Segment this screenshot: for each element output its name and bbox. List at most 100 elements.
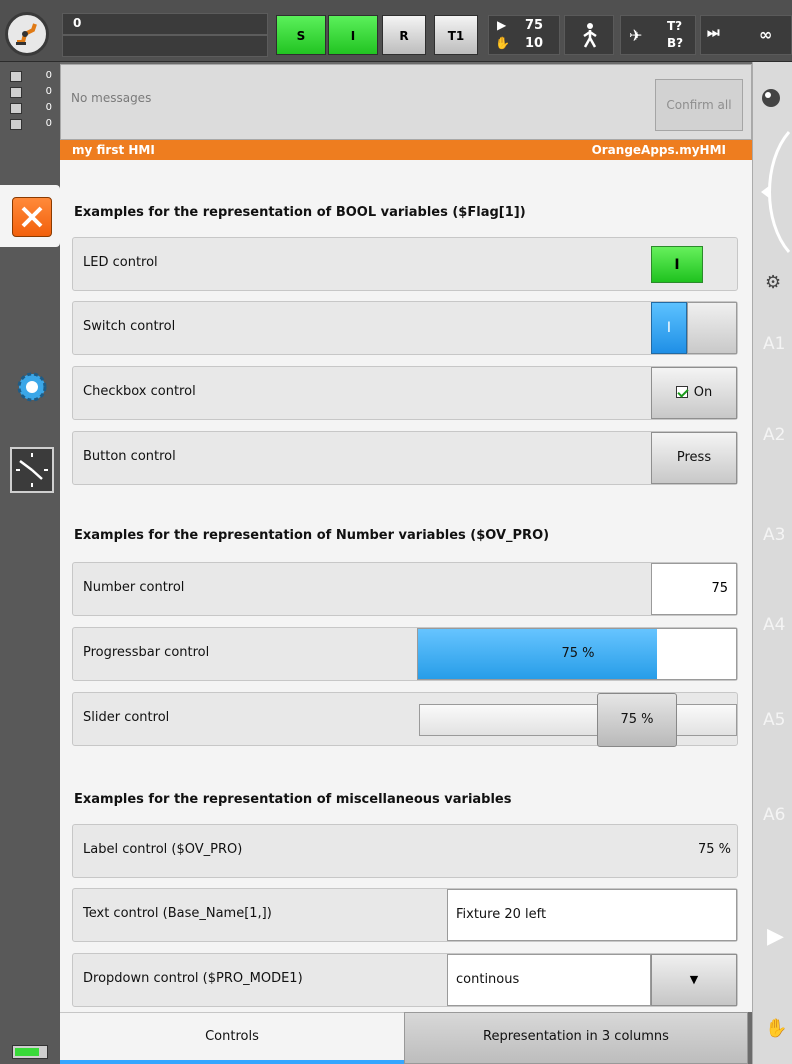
operating-mode-button[interactable]: T1: [434, 15, 478, 55]
misc-section-title: Examples for the representation of misce…: [74, 792, 512, 807]
axis-a6[interactable]: A6: [763, 805, 785, 825]
button-control-label: Button control: [83, 449, 176, 464]
walking-person-icon: [583, 23, 597, 48]
jog-arc-icon[interactable]: [753, 122, 792, 262]
status-bar: 0 S I R T1 ▶ ✋ 75 10 ✈ T? B? ⏭ ∞: [0, 0, 792, 62]
info-message-counter[interactable]: 0: [8, 102, 56, 115]
switch-control-label: Switch control: [83, 319, 176, 334]
text-control-row: Text control (Base_Name[1,]) Fixture 20 …: [72, 888, 738, 942]
switch-toggle[interactable]: I: [651, 302, 737, 354]
tab-controls[interactable]: Controls: [60, 1012, 404, 1064]
wait-message-icon: [10, 119, 22, 130]
close-button[interactable]: [12, 197, 52, 237]
drives-on-button[interactable]: I: [328, 15, 378, 55]
label-control-label: Label control ($OV_PRO): [83, 842, 243, 857]
axes-jog-icon[interactable]: ⚙: [765, 272, 781, 293]
tool-value: T?: [667, 19, 683, 33]
axis-a2[interactable]: A2: [763, 425, 785, 445]
dropdown-value[interactable]: continous: [447, 954, 651, 1006]
press-button[interactable]: Press: [651, 432, 737, 484]
battery-level: [15, 1048, 39, 1056]
tool-base-display[interactable]: ✈ T? B?: [620, 15, 696, 55]
hand-jog-icon[interactable]: ✋: [765, 1018, 787, 1039]
number-control-row: Number control 75: [72, 562, 738, 616]
progress-bar: 75 %: [417, 628, 737, 680]
state-message-icon: [10, 87, 22, 98]
number-control-label: Number control: [83, 580, 185, 595]
step-icon: ⏭: [707, 25, 720, 41]
text-control-label: Text control (Base_Name[1,]): [83, 906, 272, 921]
robot-logo-button[interactable]: [5, 12, 49, 56]
info-message-icon: [10, 103, 22, 114]
hmi-app-name: OrangeApps.myHMI: [591, 143, 726, 157]
settings-button[interactable]: [15, 370, 49, 404]
led-control-row: LED control I: [72, 237, 738, 291]
slider-control-label: Slider control: [83, 710, 170, 725]
axis-a3[interactable]: A3: [763, 525, 785, 545]
globe-icon[interactable]: [753, 80, 792, 120]
start-icon[interactable]: ▶: [767, 924, 784, 949]
checkbox-control-row: Checkbox control On: [72, 366, 738, 420]
base-value: B?: [667, 36, 684, 50]
hmi-title: my first HMI: [72, 143, 155, 157]
progressbar-control-row: Progressbar control 75 %: [72, 627, 738, 681]
switch-off-part: [687, 302, 737, 354]
number-section-title: Examples for the representation of Numbe…: [74, 528, 550, 543]
incremental-jog-display[interactable]: ⏭ ∞: [700, 15, 792, 55]
message-text: No messages: [71, 91, 152, 105]
wait-message-counter[interactable]: 0: [8, 118, 56, 131]
switch-on-part: I: [651, 302, 687, 354]
gear-icon: [17, 372, 47, 402]
override-display[interactable]: ▶ ✋ 75 10: [488, 15, 560, 55]
slider-track[interactable]: 75 %: [419, 693, 737, 747]
play-icon: ▶: [497, 18, 507, 32]
close-icon: [21, 206, 43, 228]
program-line-2: [62, 35, 268, 57]
label-control-row: Label control ($OV_PRO) 75 %: [72, 824, 738, 878]
tab-representation-3-columns[interactable]: Representation in 3 columns: [404, 1012, 748, 1064]
checkbox-button[interactable]: On: [651, 367, 737, 419]
label-control-value: 75 %: [697, 842, 731, 857]
checkbox-text: On: [693, 385, 713, 400]
robot-icon: [16, 23, 37, 45]
axis-a5[interactable]: A5: [763, 710, 785, 730]
progress-text: 75 %: [561, 646, 595, 661]
run-mode-button[interactable]: [564, 15, 614, 55]
dropdown-control-label: Dropdown control ($PRO_MODE1): [83, 971, 303, 986]
program-line: 0: [62, 13, 268, 35]
right-sidebar: ⚙ A1 A2 A3 A4 A5 A6 ▶ ✋: [752, 62, 792, 1064]
dropdown-button[interactable]: ▼: [651, 954, 737, 1006]
axis-a1[interactable]: A1: [763, 334, 785, 354]
number-input[interactable]: 75: [651, 563, 737, 615]
progressbar-control-label: Progressbar control: [83, 645, 210, 660]
smartpad-screen: 0 S I R T1 ▶ ✋ 75 10 ✈ T? B? ⏭ ∞ 0 0 0 0…: [0, 0, 792, 1064]
axis-a4[interactable]: A4: [763, 615, 785, 635]
led-indicator: I: [651, 246, 703, 283]
program-state-display[interactable]: 0: [62, 13, 268, 57]
ack-message-counter[interactable]: 0: [8, 70, 56, 83]
message-window: No messages Confirm all: [60, 64, 752, 140]
button-control-row: Button control Press: [72, 431, 738, 485]
program-override-value: 75: [525, 18, 544, 33]
slider-thumb[interactable]: 75 %: [597, 693, 677, 747]
clock-icon: [16, 453, 48, 487]
jog-override-value: 10: [525, 36, 544, 51]
bool-section-title: Examples for the representation of BOOL …: [74, 205, 526, 220]
checkbox-icon: [675, 385, 688, 398]
hand-icon: ✋: [495, 36, 510, 50]
hmi-header: my first HMI OrangeApps.myHMI: [60, 140, 752, 160]
clock-button[interactable]: [10, 447, 54, 493]
slider-control-row: Slider control 75 %: [72, 692, 738, 747]
submit-interpreter-button[interactable]: S: [276, 15, 326, 55]
increment-value: ∞: [759, 25, 773, 44]
confirm-all-button[interactable]: Confirm all: [655, 79, 743, 131]
switch-control-row: Switch control I: [72, 301, 738, 355]
ack-message-icon: [10, 71, 22, 82]
state-message-counter[interactable]: 0: [8, 86, 56, 99]
led-control-label: LED control: [83, 255, 158, 270]
dropdown-control-row: Dropdown control ($PRO_MODE1) continous …: [72, 953, 738, 1007]
tool-icon: ✈: [629, 26, 643, 45]
robot-interpreter-button[interactable]: R: [382, 15, 426, 55]
chevron-down-icon: ▼: [689, 973, 699, 986]
text-input[interactable]: Fixture 20 left: [447, 889, 737, 941]
